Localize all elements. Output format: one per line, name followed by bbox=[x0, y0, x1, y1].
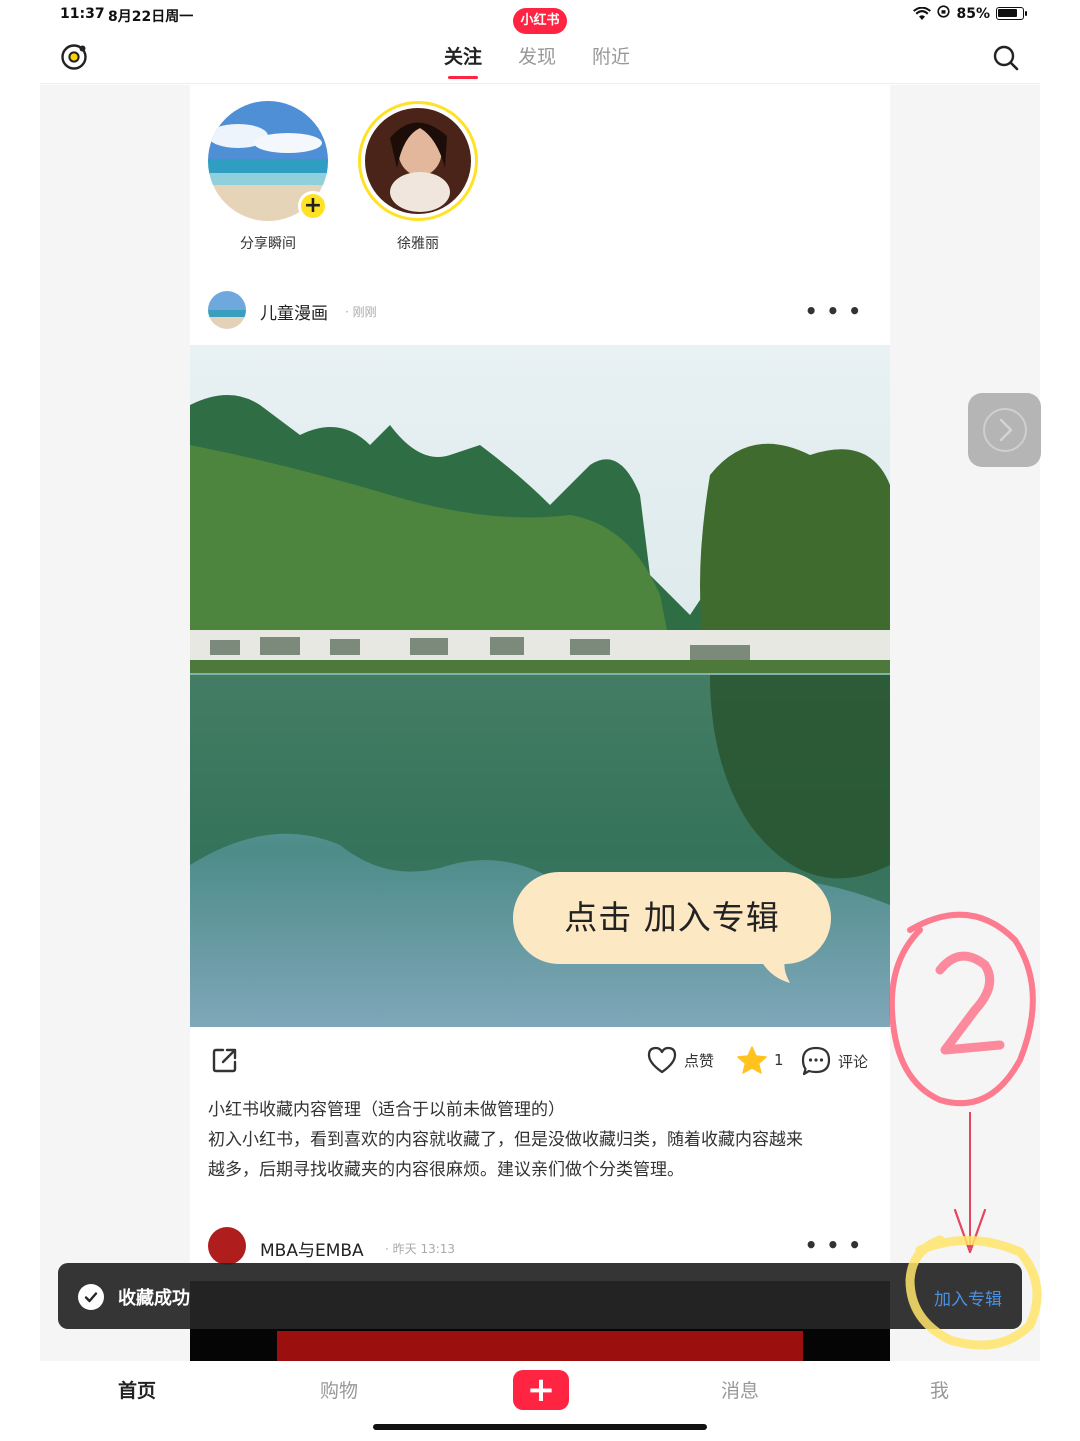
more-icon[interactable]: • • • bbox=[805, 299, 862, 323]
status-date: 8月22日周一 bbox=[108, 9, 194, 25]
status-time: 11:37 bbox=[60, 6, 105, 22]
collect-count: 1 bbox=[774, 1051, 784, 1069]
tab-shopping[interactable]: 购物 bbox=[320, 1376, 358, 1403]
search-icon[interactable] bbox=[992, 44, 1020, 72]
post-header: 儿童漫画 · 刚刚 • • • bbox=[208, 291, 872, 331]
post-title: 小红书收藏内容管理（适合于以前未做管理的） bbox=[208, 1100, 565, 1120]
orientation-lock-icon bbox=[937, 5, 951, 22]
bottom-tab-bar: 首页 购物 + 消息 我 bbox=[40, 1362, 1040, 1417]
story-name: 徐雅丽 bbox=[397, 236, 439, 252]
create-post-button[interactable]: + bbox=[513, 1370, 569, 1410]
chevron-right-icon bbox=[982, 408, 1027, 452]
post-text[interactable]: 小红书收藏内容管理（适合于以前未做管理的） 初入小红书，看到喜欢的内容就收藏了，… bbox=[208, 1095, 872, 1185]
portrait-image bbox=[365, 108, 471, 214]
check-icon bbox=[78, 1284, 104, 1310]
comment-label: 评论 bbox=[838, 1052, 869, 1071]
tab-me[interactable]: 我 bbox=[930, 1376, 949, 1403]
collect-button[interactable]: 1 bbox=[736, 1045, 784, 1075]
home-indicator bbox=[373, 1424, 707, 1430]
heart-icon bbox=[647, 1046, 677, 1074]
battery-percent: 85% bbox=[956, 5, 990, 22]
post-time: · 刚刚 bbox=[345, 305, 377, 319]
comment-button[interactable]: 评论 bbox=[800, 1045, 868, 1077]
add-story-icon[interactable]: + bbox=[298, 191, 328, 221]
status-bar: 11:37 8月22日周一 小红书 85% bbox=[0, 0, 1080, 34]
story-item[interactable]: + 分享瞬间 bbox=[208, 101, 328, 253]
tab-following[interactable]: 关注 bbox=[444, 42, 482, 79]
image-banner bbox=[277, 1331, 803, 1361]
feed-column: + 分享瞬间 徐雅丽 儿童漫画 · 刚刚 • • • 点赞 1 评论 小红书收藏… bbox=[190, 85, 890, 1361]
tab-home[interactable]: 首页 bbox=[118, 1376, 156, 1403]
story-item[interactable]: 徐雅丽 bbox=[358, 101, 478, 253]
author-name[interactable]: MBA与EMBA bbox=[260, 1236, 364, 1261]
story-name: 分享瞬间 bbox=[240, 236, 296, 252]
stories-row: + 分享瞬间 徐雅丽 bbox=[208, 101, 478, 253]
post-time: · 昨天 13:13 bbox=[385, 1242, 456, 1256]
toast-message: 收藏成功 bbox=[118, 1288, 190, 1309]
toast: 收藏成功 加入专辑 bbox=[58, 1263, 1022, 1329]
post-header: MBA与EMBA · 昨天 13:13 • • • bbox=[208, 1227, 872, 1267]
live-icon[interactable] bbox=[60, 43, 88, 71]
author-avatar[interactable] bbox=[208, 291, 246, 329]
app-logo: 小红书 bbox=[513, 8, 567, 34]
tab-nearby[interactable]: 附近 bbox=[592, 42, 630, 79]
status-right: 85% bbox=[913, 5, 1027, 22]
top-nav: 关注 发现 附近 bbox=[40, 34, 1040, 84]
like-label: 点赞 bbox=[684, 1051, 715, 1070]
feed-tabs: 关注 发现 附近 bbox=[444, 42, 630, 79]
comment-icon bbox=[801, 1046, 831, 1076]
post-body-line: 越多，后期寻找收藏夹的内容很麻烦。建议亲们做个分类管理。 bbox=[208, 1160, 684, 1180]
battery-icon bbox=[996, 7, 1027, 20]
add-to-album-button[interactable]: 加入专辑 bbox=[934, 1285, 1002, 1310]
next-page-button[interactable] bbox=[968, 393, 1041, 467]
more-icon[interactable]: • • • bbox=[805, 1233, 862, 1257]
battery-level bbox=[998, 9, 1017, 17]
plus-icon: + bbox=[526, 1370, 556, 1410]
post-actions: 点赞 1 评论 bbox=[208, 1041, 872, 1081]
author-avatar[interactable] bbox=[208, 1227, 246, 1265]
instruction-bubble: 点击 加入专辑 bbox=[513, 872, 831, 964]
like-button[interactable]: 点赞 bbox=[646, 1045, 714, 1075]
post-body-line: 初入小红书，看到喜欢的内容就收藏了，但是没做收藏归类，随着收藏内容越来 bbox=[208, 1130, 803, 1150]
wifi-icon bbox=[913, 6, 932, 21]
tab-discover[interactable]: 发现 bbox=[518, 42, 556, 79]
star-icon bbox=[737, 1046, 767, 1074]
story-avatar[interactable] bbox=[358, 101, 478, 221]
share-icon[interactable] bbox=[210, 1045, 240, 1075]
tab-messages[interactable]: 消息 bbox=[721, 1376, 759, 1403]
author-name[interactable]: 儿童漫画 bbox=[260, 299, 328, 324]
story-avatar[interactable]: + bbox=[208, 101, 328, 221]
bubble-tail bbox=[750, 955, 790, 983]
